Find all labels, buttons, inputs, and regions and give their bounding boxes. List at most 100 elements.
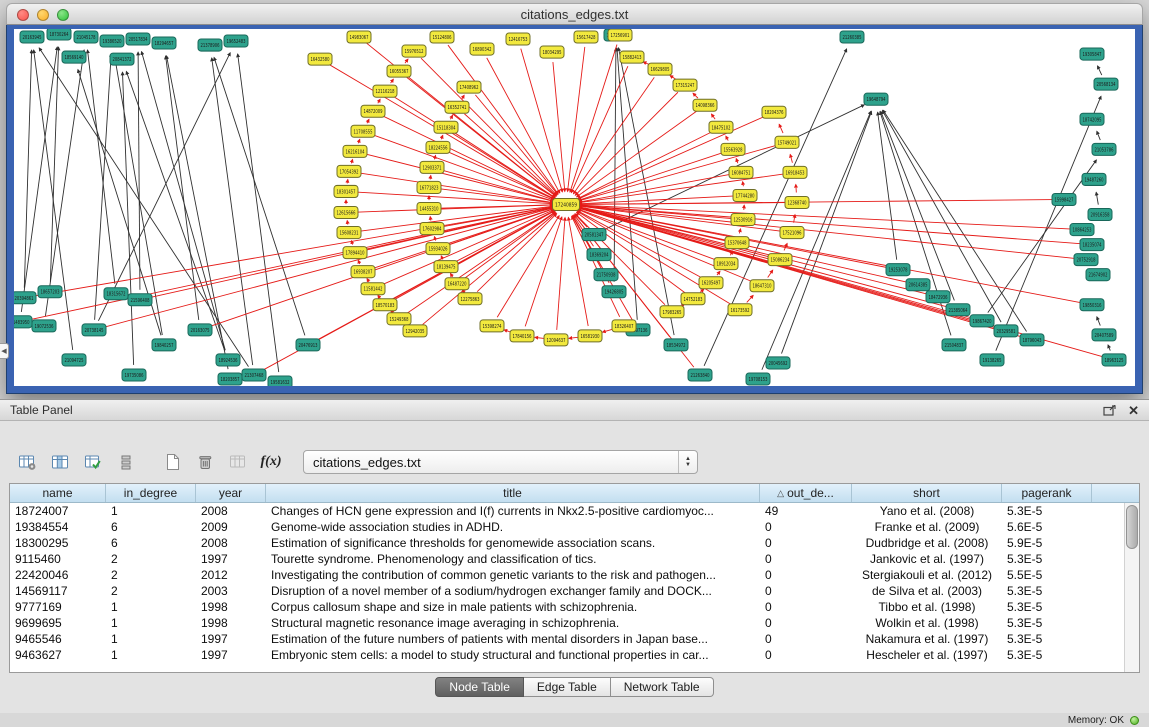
- table-selector-dropdown[interactable]: citations_edges.txt ▲▼: [303, 450, 698, 474]
- graph-node[interactable]: 21045178: [74, 31, 98, 43]
- graph-node[interactable]: 20329581: [994, 325, 1018, 337]
- citation-network-graph[interactable]: 2016394518730264210451781938652020517834…: [14, 29, 1135, 386]
- graph-node[interactable]: 18294657: [152, 37, 176, 49]
- graph-node[interactable]: 15998427: [1052, 193, 1076, 205]
- graph-node[interactable]: 17054392: [337, 165, 361, 177]
- graph-node[interactable]: 15608231: [337, 227, 361, 239]
- graph-node[interactable]: 15934026: [426, 243, 450, 255]
- graph-node[interactable]: 19850316: [1080, 299, 1104, 311]
- window-titlebar[interactable]: citations_edges.txt: [6, 3, 1143, 25]
- graph-node[interactable]: 18235074: [1080, 239, 1104, 251]
- graph-node[interactable]: 18139475: [434, 261, 458, 273]
- column-header-year[interactable]: year: [196, 484, 266, 502]
- column-header-title[interactable]: title: [266, 484, 760, 502]
- function-builder-button[interactable]: f(x): [258, 449, 284, 475]
- graph-node[interactable]: 16205497: [699, 277, 723, 289]
- graph-node[interactable]: 16352741: [445, 101, 469, 113]
- graph-node[interactable]: 19581632: [268, 376, 292, 386]
- graph-node[interactable]: 17744280: [733, 189, 757, 201]
- column-header-name[interactable]: name: [10, 484, 106, 502]
- graph-node[interactable]: 19138265: [980, 354, 1004, 366]
- graph-node[interactable]: 20163945: [20, 31, 44, 43]
- graph-node[interactable]: 15563928: [721, 143, 745, 155]
- graph-node[interactable]: 17840156: [510, 330, 534, 342]
- table-row[interactable]: 1456911722003Disruption of a novel membe…: [10, 583, 1139, 599]
- delete-column-button[interactable]: [192, 449, 218, 475]
- graph-node[interactable]: 18203857: [218, 373, 242, 385]
- graph-node[interactable]: 12942035: [403, 325, 427, 337]
- graph-node[interactable]: 18301457: [334, 185, 358, 197]
- show-columns-button[interactable]: [47, 449, 73, 475]
- graph-node[interactable]: 16487220: [445, 278, 469, 290]
- tab-node-table[interactable]: Node Table: [435, 677, 524, 697]
- dropdown-stepper-icon[interactable]: ▲▼: [678, 451, 697, 473]
- graph-node[interactable]: 18472936: [926, 291, 950, 303]
- table-row[interactable]: 1938455462009Genome-wide association stu…: [10, 519, 1139, 535]
- column-header-out_de[interactable]: △out_de...: [760, 484, 852, 502]
- graph-node[interactable]: 15249368: [387, 313, 411, 325]
- import-table-button[interactable]: [225, 449, 251, 475]
- graph-node[interactable]: 17240859: [553, 198, 580, 210]
- graph-node[interactable]: 19305847: [1080, 48, 1104, 60]
- table-row[interactable]: 2242004622012Investigating the contribut…: [10, 567, 1139, 583]
- graph-node[interactable]: 20581347: [582, 229, 606, 241]
- graph-node[interactable]: 21263840: [688, 369, 712, 381]
- row-height-button[interactable]: [113, 449, 139, 475]
- graph-node[interactable]: 12275863: [458, 293, 482, 305]
- column-header-short[interactable]: short: [852, 484, 1002, 502]
- graph-node[interactable]: 17983265: [660, 306, 684, 318]
- graph-node[interactable]: 15124806: [430, 31, 454, 43]
- graph-node[interactable]: 21750938: [594, 269, 618, 281]
- panel-collapse-handle[interactable]: ◀: [0, 343, 9, 359]
- graph-node[interactable]: 15370648: [725, 237, 749, 249]
- table-scrollbar-thumb[interactable]: [1126, 505, 1138, 549]
- graph-node[interactable]: 20752918: [1074, 254, 1098, 266]
- graph-node[interactable]: 14098366: [693, 99, 717, 111]
- graph-node[interactable]: 16918453: [783, 166, 807, 178]
- graph-node[interactable]: 16581930: [578, 330, 602, 342]
- graph-node[interactable]: 15882413: [620, 51, 644, 63]
- graph-node[interactable]: 21307468: [242, 369, 266, 381]
- graph-node[interactable]: 21385064: [946, 304, 970, 316]
- graph-node[interactable]: 11708555: [351, 125, 375, 137]
- graph-node[interactable]: 16938207: [351, 266, 375, 278]
- graph-node[interactable]: 15617428: [574, 31, 598, 43]
- graph-node[interactable]: 18742095: [1080, 113, 1104, 125]
- graph-node[interactable]: 12903371: [420, 161, 444, 173]
- graph-node[interactable]: 21596408: [128, 294, 152, 306]
- graph-node[interactable]: 12416753: [506, 33, 530, 45]
- graph-node[interactable]: 16173592: [728, 304, 752, 316]
- graph-node[interactable]: 16432580: [308, 53, 332, 65]
- graph-node[interactable]: 19386520: [100, 35, 124, 47]
- graph-node[interactable]: 19253078: [886, 264, 910, 276]
- close-panel-icon[interactable]: ✕: [1128, 405, 1139, 416]
- graph-node[interactable]: 15976512: [402, 45, 426, 57]
- graph-node[interactable]: 20476913: [296, 339, 320, 351]
- select-rows-button[interactable]: [80, 449, 106, 475]
- table-settings-button[interactable]: [14, 449, 40, 475]
- graph-node[interactable]: 20517834: [126, 33, 150, 45]
- table-panel-titlebar[interactable]: Table Panel ✕: [0, 400, 1149, 421]
- graph-node[interactable]: 18570183: [373, 299, 397, 311]
- column-header-pagerank[interactable]: pagerank: [1002, 484, 1092, 502]
- new-column-button[interactable]: [159, 449, 185, 475]
- graph-node[interactable]: 18963125: [1102, 354, 1126, 366]
- graph-node[interactable]: 11581442: [361, 283, 385, 295]
- graph-node[interactable]: 15086234: [768, 254, 792, 266]
- graph-node[interactable]: 20407589: [1092, 329, 1116, 341]
- graph-node[interactable]: 21483950: [14, 316, 32, 328]
- graph-node[interactable]: 16084751: [729, 166, 753, 178]
- table-row[interactable]: 946554611997Estimation of the future num…: [10, 631, 1139, 647]
- graph-node[interactable]: 12368740: [785, 196, 809, 208]
- tab-network-table[interactable]: Network Table: [611, 677, 714, 697]
- graph-node[interactable]: 19735086: [122, 369, 146, 381]
- graph-node[interactable]: 18569140: [62, 51, 86, 63]
- table-row[interactable]: 1872400712008Changes of HCN gene express…: [10, 503, 1139, 519]
- graph-node[interactable]: 20614385: [906, 279, 930, 291]
- graph-node[interactable]: 19840257: [152, 339, 176, 351]
- graph-node[interactable]: 19648794: [864, 93, 888, 105]
- graph-node[interactable]: 18224556: [426, 141, 450, 153]
- graph-node[interactable]: 17315247: [673, 79, 697, 91]
- graph-node[interactable]: 21053786: [1092, 143, 1116, 155]
- graph-node[interactable]: 19708153: [746, 373, 770, 385]
